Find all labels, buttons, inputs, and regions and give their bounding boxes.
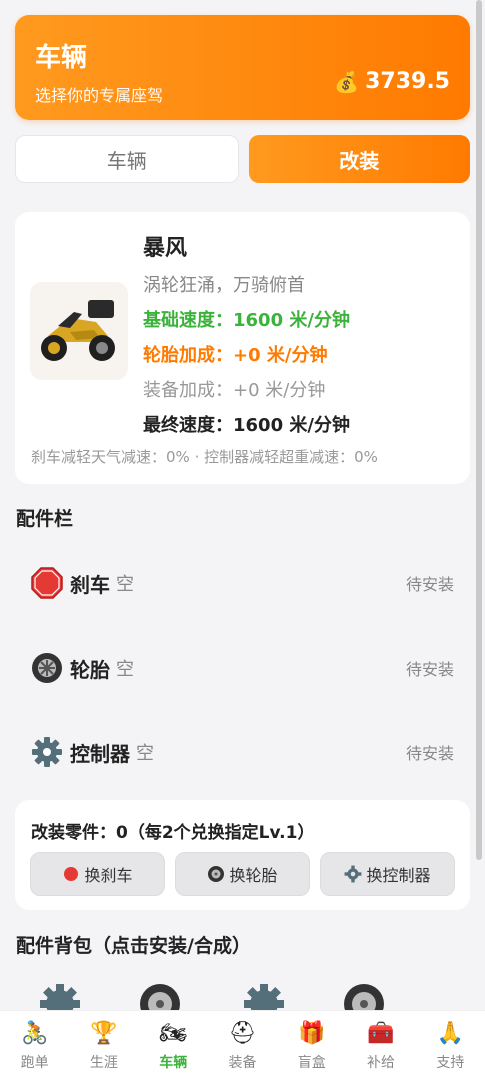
slot-state: 空	[116, 574, 134, 595]
slot-status: 待安装	[405, 575, 454, 594]
base-speed: 基础速度：1600 米/分钟	[143, 310, 350, 331]
motorcycle-icon: 🏍	[159, 1021, 188, 1046]
nav-item-supply[interactable]: 🧰 补给	[346, 1011, 415, 1080]
cyclist-icon: 🚴	[20, 1021, 49, 1046]
red-dot-icon	[64, 867, 79, 881]
nav-label: 盲盒	[297, 1054, 326, 1071]
hands-icon: 🙏	[436, 1021, 465, 1046]
motorcycle-icon	[41, 300, 115, 361]
bag-title: 配件背包（点击安装/合成）	[16, 935, 251, 957]
slot-state: 空	[136, 743, 154, 764]
money-display: 💰 3739.5	[334, 69, 450, 94]
slot-state: 空	[116, 659, 134, 680]
slots-title: 配件栏	[16, 508, 74, 530]
bag-items	[0, 982, 485, 1024]
nav-item-orders[interactable]: 🚴 跑单	[0, 1011, 69, 1080]
tab-modify[interactable]: 改装	[248, 135, 470, 183]
slot-name: 轮胎	[70, 657, 110, 682]
bottom-nav: 🚴 跑单 🏆 生涯 🏍 车辆 ⛑ 装备 🎁 盲盒 🧰 补给 🙏 支持	[0, 1010, 485, 1080]
nav-label: 支持	[436, 1054, 465, 1071]
button-label: 换刹车	[84, 866, 133, 885]
scrollbar[interactable]	[476, 0, 482, 860]
slot-tire[interactable]: 轮胎 空 待安装	[15, 633, 470, 703]
nav-label: 车辆	[159, 1054, 188, 1071]
nav-label: 跑单	[20, 1054, 49, 1071]
motorcycle-image	[30, 282, 128, 380]
nav-item-support[interactable]: 🙏 支持	[416, 1011, 485, 1080]
tab-bar: 车辆 改装	[15, 135, 470, 183]
gear-icon	[30, 735, 64, 769]
tire-icon	[30, 651, 64, 685]
vehicle-card: 暴风 涡轮狂涌，万骑俯首 基础速度：1600 米/分钟 轮胎加成：+0 米/分钟…	[15, 212, 470, 484]
vehicle-info: 暴风 涡轮狂涌，万骑俯首 基础速度：1600 米/分钟 轮胎加成：+0 米/分钟…	[143, 230, 350, 437]
button-label: 换控制器	[366, 866, 431, 885]
slot-name: 刹车	[70, 572, 110, 597]
trophy-icon: 🏆	[90, 1021, 118, 1046]
helmet-icon: ⛑	[228, 1021, 257, 1046]
slot-status: 待安装	[405, 660, 454, 679]
slot-name: 控制器	[70, 741, 130, 766]
nav-label: 生涯	[89, 1054, 118, 1071]
money-amount: 3739.5	[365, 69, 450, 94]
nav-item-vehicle[interactable]: 🏍 车辆	[139, 1011, 208, 1080]
tab-vehicle[interactable]: 车辆	[15, 135, 239, 183]
vehicle-desc: 涡轮狂涌，万骑俯首	[143, 275, 305, 296]
slot-controller[interactable]: 控制器 空 待安装	[15, 717, 470, 787]
button-label: 换轮胎	[229, 866, 278, 885]
equip-bonus: 装备加成：+0 米/分钟	[143, 380, 326, 401]
nav-item-career[interactable]: 🏆 生涯	[69, 1011, 138, 1080]
slot-brake[interactable]: 刹车 空 待安装	[15, 548, 470, 618]
exchange-controller-button[interactable]: 换控制器	[320, 852, 455, 896]
parts-card: 改装零件：0（每2个兑换指定Lv.1） 换刹车 换轮胎 换控制器	[15, 800, 470, 910]
nav-label: 装备	[228, 1054, 257, 1071]
tire-bonus: 轮胎加成：+0 米/分钟	[143, 345, 328, 366]
tire-icon	[208, 866, 225, 882]
stop-sign-icon	[30, 566, 64, 600]
parts-title: 改装零件：0（每2个兑换指定Lv.1）	[31, 823, 315, 843]
vehicle-footnote: 刹车减轻天气减速：0% · 控制器减轻超重减速：0%	[31, 448, 378, 466]
page-header: 车辆 选择你的专属座驾 💰 3739.5	[15, 15, 470, 120]
nav-item-equipment[interactable]: ⛑ 装备	[208, 1011, 277, 1080]
exchange-tire-button[interactable]: 换轮胎	[175, 852, 310, 896]
gift-icon: 🎁	[298, 1021, 326, 1046]
nav-item-blindbox[interactable]: 🎁 盲盒	[277, 1011, 346, 1080]
final-speed: 最终速度：1600 米/分钟	[143, 415, 350, 436]
vehicle-name: 暴风	[143, 236, 188, 261]
exchange-buttons: 换刹车 换轮胎 换控制器	[30, 852, 455, 896]
exchange-brake-button[interactable]: 换刹车	[30, 852, 165, 896]
gear-icon	[345, 865, 362, 883]
medkit-icon: 🧰	[367, 1021, 395, 1046]
money-bag-icon: 💰	[334, 69, 360, 94]
nav-label: 补给	[367, 1054, 396, 1071]
slot-status: 待安装	[405, 744, 454, 763]
